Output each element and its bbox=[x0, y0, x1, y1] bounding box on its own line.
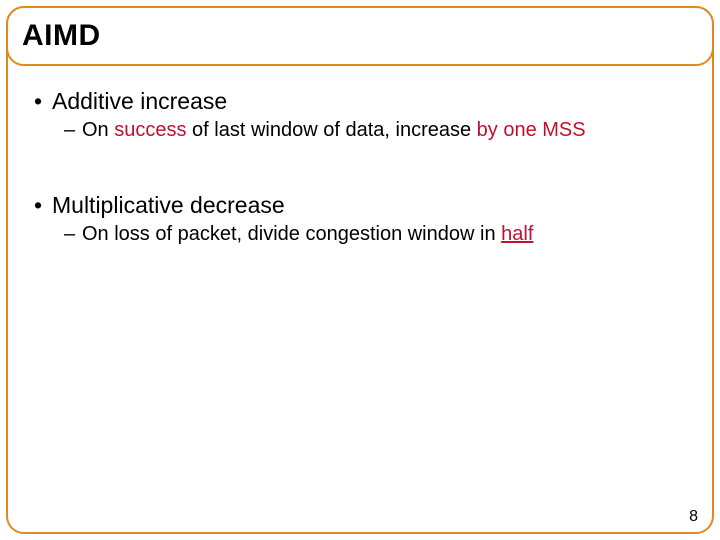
subbullet-text: On loss of packet, divide congestion win… bbox=[82, 223, 533, 246]
content-area: • Additive increase – On success of last… bbox=[6, 66, 714, 534]
subbullet-additive: – On success of last window of data, inc… bbox=[64, 119, 686, 142]
slide-title: AIMD bbox=[22, 19, 101, 53]
bullet-text: Multiplicative decrease bbox=[52, 192, 285, 219]
slide: AIMD • Additive increase – On success of… bbox=[0, 0, 720, 540]
bullet-dot-icon: • bbox=[34, 88, 52, 115]
subbullet-text: On success of last window of data, incre… bbox=[82, 119, 586, 142]
bullet-dot-icon: • bbox=[34, 192, 52, 219]
bullet-dash-icon: – bbox=[64, 119, 82, 142]
bullet-additive-increase: • Additive increase bbox=[34, 88, 686, 115]
text-run: On bbox=[82, 119, 114, 141]
text-run: On loss of packet, divide congestion win… bbox=[82, 223, 501, 245]
page-number: 8 bbox=[689, 508, 698, 526]
highlight-by-one-mss: by one MSS bbox=[477, 119, 586, 141]
highlight-success: success bbox=[114, 119, 186, 141]
subbullet-multiplicative: – On loss of packet, divide congestion w… bbox=[64, 223, 686, 246]
highlight-half: half bbox=[501, 223, 533, 245]
text-run: of last window of data, increase bbox=[187, 119, 477, 141]
spacer bbox=[34, 142, 686, 186]
bullet-dash-icon: – bbox=[64, 223, 82, 246]
bullet-multiplicative-decrease: • Multiplicative decrease bbox=[34, 192, 686, 219]
bullet-text: Additive increase bbox=[52, 88, 227, 115]
title-box: AIMD bbox=[6, 6, 714, 66]
